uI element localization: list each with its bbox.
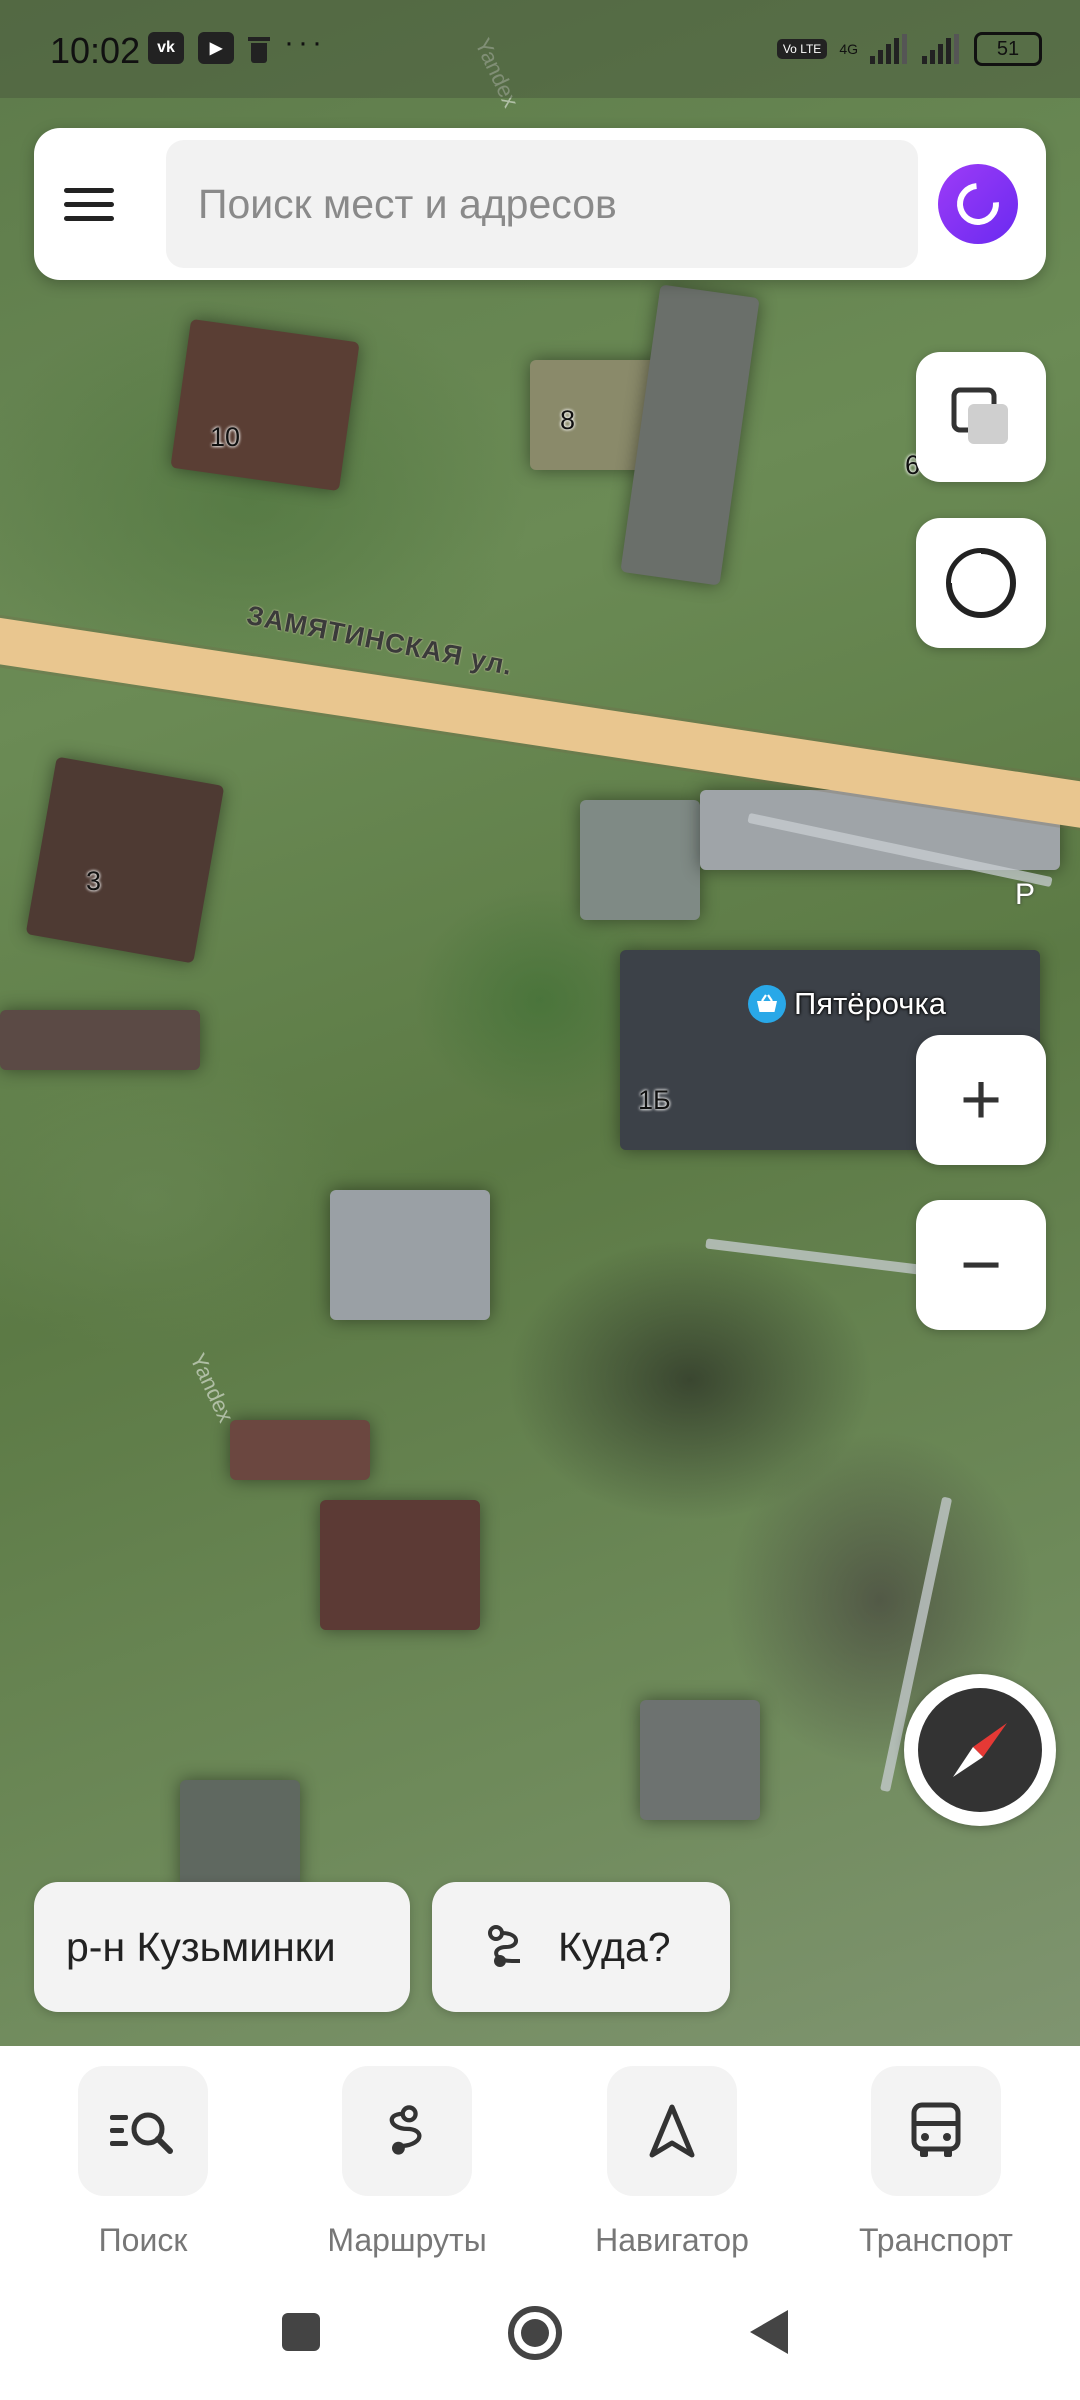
status-time: 10:02 (50, 30, 141, 71)
search-bar: Поиск мест и адресов (34, 128, 1046, 280)
bottom-navigation: Поиск Маршруты Навигатор Транспорт (0, 2046, 1080, 2400)
volte-badge: Vo LTE (776, 39, 828, 59)
tab-routes[interactable]: Маршруты (307, 2066, 507, 2259)
minus-icon: − (959, 1225, 1003, 1305)
tab-label: Транспорт (859, 2222, 1013, 2258)
tab-transport[interactable]: Транспорт (836, 2066, 1036, 2259)
hamburger-line (64, 215, 114, 221)
plus-icon: + (959, 1060, 1003, 1140)
house-number: 10 (210, 422, 241, 452)
notification-icons: vk ▶ ··· (148, 26, 326, 64)
hamburger-line (64, 201, 114, 207)
battery-indicator: 51 (974, 32, 1042, 66)
building-roof (180, 1780, 300, 1890)
home-circle-icon[interactable] (508, 2306, 562, 2360)
recents-square-icon[interactable] (282, 2313, 320, 2351)
layers-button[interactable] (916, 352, 1046, 482)
zoom-in-button[interactable]: + (916, 1035, 1046, 1165)
menu-button[interactable] (64, 174, 124, 234)
more-dots: ··· (284, 26, 326, 59)
tab-label: Поиск (98, 2222, 188, 2258)
house-number: 1Б (638, 1085, 671, 1115)
building-roof (320, 1500, 480, 1630)
alice-voice-button[interactable] (938, 164, 1018, 244)
building-roof (620, 284, 760, 586)
status-bar: 10:02 vk ▶ ··· Vo LTE 4G 51 (0, 0, 1080, 98)
hamburger-icon (64, 187, 114, 193)
signal-icon (870, 34, 907, 64)
search-input[interactable]: Поиск мест и адресов (166, 140, 918, 268)
circle-icon (946, 548, 1016, 618)
search-list-icon (110, 2112, 173, 2154)
parking-label: P (1015, 878, 1036, 911)
system-indicators: Vo LTE 4G 51 (776, 32, 1042, 66)
compass-button[interactable] (904, 1674, 1056, 1826)
route-icon (488, 1925, 520, 1967)
yandex-watermark: Yandex (185, 1349, 239, 1427)
bus-icon (911, 2102, 961, 2157)
building-roof (25, 756, 225, 964)
tab-navigator[interactable]: Навигатор (572, 2066, 772, 2259)
signal-icon (922, 34, 959, 64)
tab-icon-bg (607, 2066, 737, 2196)
building-roof (330, 1190, 490, 1320)
poi-label: Пятёрочка (794, 986, 946, 1021)
route-mode-button[interactable] (916, 518, 1046, 648)
tab-search[interactable]: Поиск (43, 2066, 243, 2259)
home-circle-dot (521, 2319, 549, 2347)
youtube-icon: ▶ (198, 32, 234, 64)
tab-icon-bg (342, 2066, 472, 2196)
tab-label: Маршруты (327, 2222, 487, 2258)
where-to-chip[interactable]: Куда? (432, 1882, 730, 2012)
building-roof (170, 318, 360, 492)
back-triangle-icon[interactable] (748, 2308, 792, 2356)
trash-icon (248, 33, 270, 63)
alice-icon (948, 174, 1008, 234)
system-navigation-bar (0, 2296, 1080, 2396)
route-icon (389, 2105, 422, 2155)
building-roof (640, 1700, 760, 1820)
network-type: 4G (839, 41, 858, 57)
building-roof (230, 1420, 370, 1480)
house-number: 3 (86, 866, 102, 896)
tab-icon-bg (871, 2066, 1001, 2196)
district-chip-label: р-н Кузьминки (66, 1923, 336, 1970)
where-to-label: Куда? (558, 1923, 671, 1970)
building-roof (580, 800, 700, 920)
compass-dial (918, 1688, 1042, 1812)
navigator-arrow-icon (649, 2104, 695, 2158)
parking-lane (705, 1238, 945, 1278)
building-roof (0, 1010, 200, 1070)
tab-icon-bg (78, 2066, 208, 2196)
zoom-out-button[interactable]: − (916, 1200, 1046, 1330)
layers-icon (951, 387, 1008, 444)
poi-pyaterochka[interactable]: Пятёрочка (748, 985, 946, 1023)
district-chip[interactable]: р-н Кузьминки (34, 1882, 410, 2012)
compass-icon (953, 1723, 1007, 1777)
tab-label: Навигатор (595, 2222, 749, 2258)
basket-icon (748, 985, 786, 1023)
house-number: 8 (560, 405, 576, 435)
vk-icon: vk (148, 32, 184, 64)
